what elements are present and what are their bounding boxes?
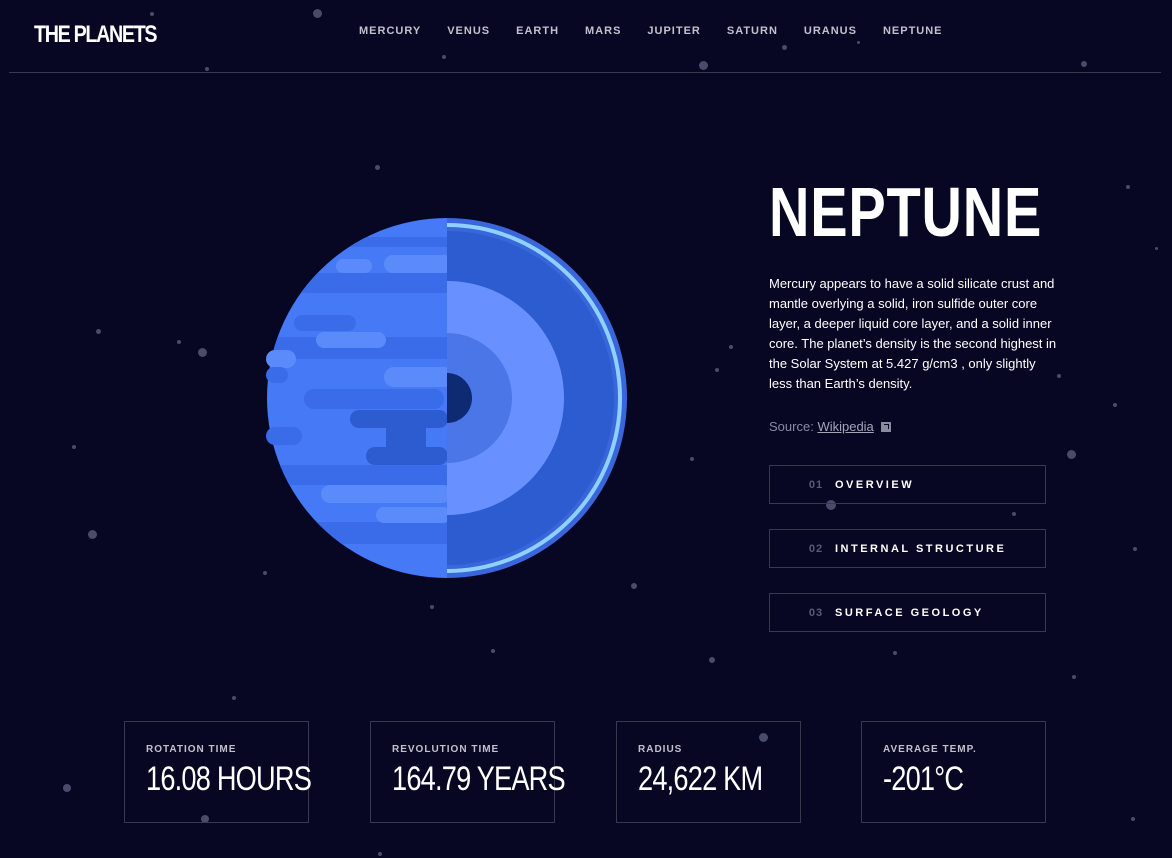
nav-link-earth[interactable]: EARTH (516, 25, 559, 37)
stat-value: -201°C (883, 760, 964, 798)
tab-number: 03 (808, 606, 824, 619)
neptune-internal-illustration (266, 218, 627, 578)
nav-link-jupiter[interactable]: JUPITER (647, 25, 700, 37)
stat-label: REVOLUTION TIME (392, 744, 500, 755)
stat-label: ROTATION TIME (146, 744, 237, 755)
stat-average-temp: AVERAGE TEMP. -201°C (861, 721, 1046, 823)
stat-value: 24,622 KM (638, 760, 763, 798)
stat-radius: RADIUS 24,622 KM (616, 721, 801, 823)
tab-label: INTERNAL STRUCTURE (835, 542, 1007, 555)
tab-number: 02 (808, 542, 824, 555)
tab-internal-structure[interactable]: 02 INTERNAL STRUCTURE (769, 529, 1046, 568)
planet-title: NEPTUNE (769, 173, 1043, 251)
external-link-icon[interactable] (881, 422, 892, 432)
nav-link-mars[interactable]: MARS (585, 25, 621, 37)
source-label: Source: (769, 419, 814, 434)
stat-label: AVERAGE TEMP. (883, 744, 977, 755)
planet-illustration (266, 217, 628, 579)
nav-link-neptune[interactable]: NEPTUNE (883, 25, 943, 37)
tab-surface-geology[interactable]: 03 SURFACE GEOLOGY (769, 593, 1046, 632)
nav-link-uranus[interactable]: URANUS (804, 25, 857, 37)
nav-link-saturn[interactable]: SATURN (727, 25, 778, 37)
tab-number: 01 (808, 478, 824, 491)
tab-label: OVERVIEW (835, 478, 915, 491)
planet-nav: MERCURY VENUS EARTH MARS JUPITER SATURN … (359, 25, 969, 37)
planet-description: Mercury appears to have a solid silicate… (769, 276, 1057, 391)
site-logo[interactable]: THE PLANETS (34, 21, 158, 49)
stat-value: 16.08 HOURS (146, 760, 312, 798)
source-line: Source: Wikipedia (769, 419, 1059, 434)
planet-info: NEPTUNE Mercury appears to have a solid … (769, 170, 1059, 434)
header-divider (9, 72, 1161, 73)
stat-revolution-time: REVOLUTION TIME 164.79 YEARS (370, 721, 566, 823)
nav-link-venus[interactable]: VENUS (447, 25, 490, 37)
stat-rotation-time: ROTATION TIME 16.08 HOURS (124, 721, 312, 823)
source-link[interactable]: Wikipedia (817, 419, 873, 434)
site-header: THE PLANETS MERCURY VENUS EARTH MARS JUP… (0, 0, 1172, 73)
stat-value: 164.79 YEARS (392, 760, 566, 798)
nav-link-mercury[interactable]: MERCURY (359, 25, 421, 37)
tab-overview[interactable]: 01 OVERVIEW (769, 465, 1046, 504)
tab-label: SURFACE GEOLOGY (835, 606, 984, 619)
stat-label: RADIUS (638, 744, 683, 755)
